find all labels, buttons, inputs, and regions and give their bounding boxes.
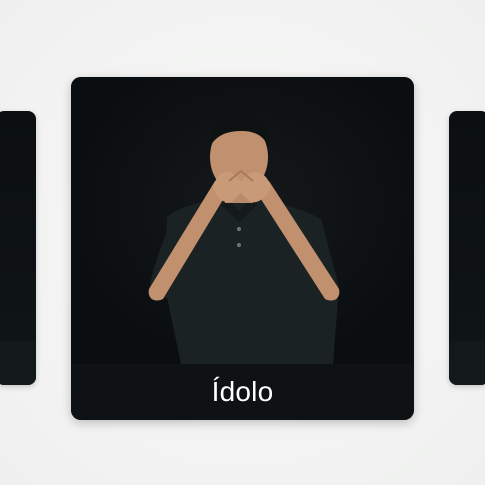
next-card-caption-bar — [449, 341, 485, 385]
carousel: Ídolo — [0, 0, 485, 485]
caption-bar: Ídolo — [71, 364, 414, 420]
previous-card-caption-bar — [0, 341, 36, 385]
signer-figure — [148, 115, 340, 364]
active-card[interactable]: Ídolo — [71, 77, 414, 420]
sign-video[interactable] — [71, 77, 414, 364]
next-card[interactable] — [449, 111, 485, 385]
previous-card[interactable] — [0, 111, 36, 385]
sign-caption: Ídolo — [211, 376, 274, 407]
